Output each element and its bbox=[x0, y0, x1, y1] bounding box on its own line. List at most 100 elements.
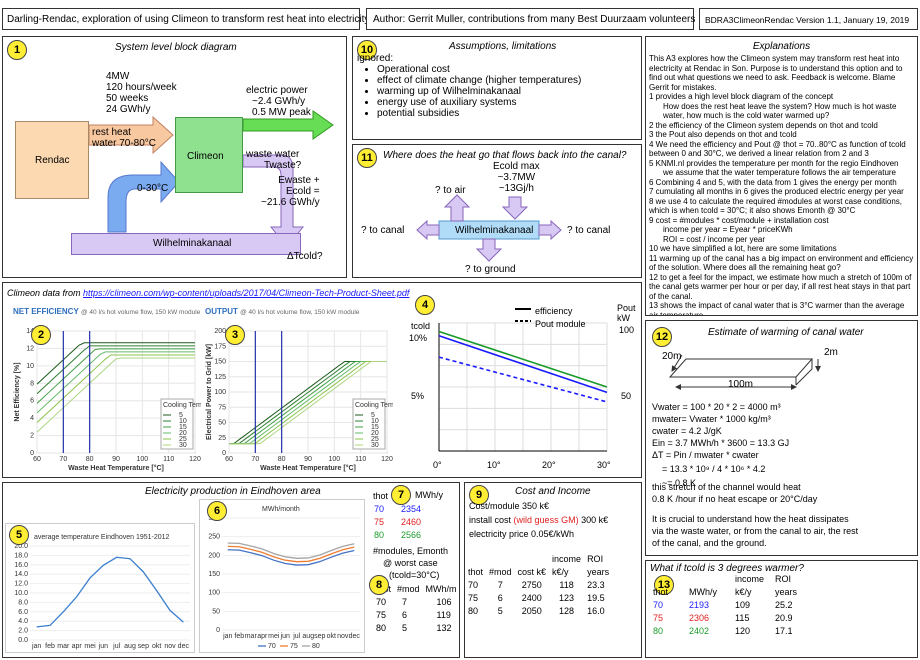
y-tick-label: 75 bbox=[218, 404, 226, 411]
explanation-line: 4 We need the efficiency and Pout @ thot… bbox=[649, 139, 906, 159]
linear-chart: 4 tcold Pout kW efficiency Pout module 10… bbox=[407, 293, 639, 475]
y-tick-label: 250 bbox=[208, 534, 220, 541]
x-tick-label: mei bbox=[268, 633, 280, 640]
x-tick-label: okt bbox=[152, 643, 161, 650]
x-tick-label: sep bbox=[138, 643, 149, 650]
cost-table: income ROI thot #mod cost k€ k€/y years 70 7 27… bbox=[465, 553, 612, 618]
x-tick-label: 80 bbox=[86, 456, 94, 463]
x-tick-label: jan bbox=[31, 643, 41, 650]
y-tick-label: 175 bbox=[214, 343, 226, 350]
y-tick-label: 200 bbox=[208, 552, 220, 559]
legend-label: 80 bbox=[312, 643, 320, 650]
y-tick-label: 4 bbox=[30, 415, 34, 422]
canal-sketch bbox=[668, 354, 821, 390]
tcold-axis-label: tcold bbox=[411, 321, 431, 331]
net-efficiency-chart: NET EFFICIENCY @ 40 l/s hot volume flow,… bbox=[11, 305, 201, 475]
y-tick-label: 16.0 bbox=[14, 562, 28, 569]
legend-label: 30 bbox=[179, 442, 187, 449]
assumptions-title: Assumptions, limitations bbox=[449, 41, 557, 52]
table-row: 70 7 106 bbox=[376, 597, 452, 607]
explanation-line: 10 we have simplified a lot, here are so… bbox=[649, 244, 837, 253]
section-number-4: 4 bbox=[415, 295, 435, 315]
y-axis-label: Electrical Power to Grid [kW] bbox=[206, 344, 213, 440]
x-tick-label: apr bbox=[257, 633, 268, 640]
y-tick-label: 6 bbox=[30, 398, 34, 405]
warmer-panel: What if tcold is 3 degrees warmer? 13 in… bbox=[645, 560, 918, 658]
page-title: Darling-Rendac, exploration of using Cli… bbox=[7, 14, 370, 25]
x-tick-20: 20° bbox=[542, 460, 556, 470]
mwh-chart: MWh/month 050100150200250300janfebmarapr… bbox=[199, 499, 365, 653]
y-tick-label: 14.0 bbox=[14, 571, 28, 578]
climeon-label: Climeon bbox=[187, 151, 224, 162]
block-diagram-panel: 1 System level block diagram Rendac Clim… bbox=[2, 36, 347, 278]
y2-tick-100: 100 bbox=[619, 325, 635, 335]
canal-label: Wilhelminakanaal bbox=[153, 238, 232, 249]
explanations-title: Explanations bbox=[752, 41, 811, 52]
x-tick-label: 70 bbox=[59, 456, 67, 463]
table-row: 70 2354 bbox=[374, 504, 422, 514]
x-tick-label: mei bbox=[84, 643, 96, 650]
explanation-line: 9 cost = #modules * cost/module + instal… bbox=[649, 215, 829, 225]
x-tick-label: jun bbox=[280, 633, 290, 640]
source-link[interactable]: https://climeon.com/wp-content/uploads/2… bbox=[83, 288, 409, 298]
table-row: 80 5 2050 128 16.0 bbox=[468, 606, 605, 616]
down-arrow-in bbox=[501, 196, 529, 220]
climeon-source: Climeon data from https://climeon.com/wp… bbox=[7, 288, 410, 298]
rest-heat-label: rest heat water 70-80°C bbox=[92, 127, 157, 149]
energy-loss-label: Ewaste + Ecold = ~21.6 GWh/y bbox=[261, 175, 320, 208]
list-item: potential subsidies bbox=[377, 108, 581, 119]
canal-name: Wilhelminakanaal bbox=[455, 225, 534, 236]
legend-label: 30 bbox=[371, 442, 379, 449]
y-tick-label: 100 bbox=[208, 590, 220, 597]
install-cost: install cost (wild guess GM) 300 k€ bbox=[469, 515, 609, 525]
y-tick-label: 150 bbox=[214, 359, 226, 366]
x-tick-label: jul bbox=[292, 633, 300, 640]
list-item: Operational cost bbox=[377, 64, 581, 75]
explanation-line: 1 provides a high level block diagram of… bbox=[649, 92, 834, 101]
temperature-chart: average temperature Eindhoven 1951-2012 … bbox=[5, 523, 195, 653]
explanation-line: 6 Combining 4 and 5, with the data from … bbox=[649, 177, 897, 187]
explanation-line: 3 the Pout also depends on thot and tcol… bbox=[649, 130, 797, 139]
x-tick-label: jan bbox=[222, 633, 232, 640]
x-tick-label: 120 bbox=[381, 456, 393, 463]
to-canal-right: ? to canal bbox=[567, 225, 611, 236]
explanation-line: 2 the efficiency of the Climeon system d… bbox=[649, 120, 878, 130]
down-arrow-ground bbox=[475, 238, 503, 262]
x-tick-label: feb bbox=[45, 643, 55, 650]
x-tick-label: mar bbox=[245, 633, 258, 640]
x-tick-label: 60 bbox=[225, 456, 233, 463]
x-axis-label: Waste Heat Temperature [°C] bbox=[260, 464, 356, 472]
y-tick-label: 0 bbox=[216, 627, 220, 634]
explanation-line: we assume that the water temperature fol… bbox=[663, 168, 896, 177]
x-tick-label: nov bbox=[164, 643, 176, 650]
y-tick-label: 8.0 bbox=[18, 599, 28, 606]
explanations-list: This A3 explores how the Climeon system … bbox=[649, 54, 914, 315]
section-number-7: 7 bbox=[391, 485, 411, 505]
cold-temp-label: 0-30°C bbox=[137, 183, 169, 194]
x-tick-label: sep bbox=[314, 633, 325, 640]
x-tick-label: 60 bbox=[33, 456, 41, 463]
y-tick-label: 125 bbox=[214, 374, 226, 381]
up-arrow-air bbox=[443, 194, 471, 222]
y-tick-label: 50 bbox=[218, 420, 226, 427]
y-tick-label: 10 bbox=[26, 363, 34, 370]
x-tick-label: 100 bbox=[136, 456, 148, 463]
y-tick-label: 8 bbox=[30, 380, 34, 387]
y2-tick-50: 50 bbox=[621, 391, 632, 401]
pout-axis-label: Pout kW bbox=[617, 303, 636, 323]
linear-svg bbox=[438, 308, 608, 452]
input-stats: 4MW 120 hours/week 50 weeks 24 GWh/y bbox=[106, 71, 177, 115]
explanation-line: income per year = Eyear * priceKWh bbox=[663, 225, 793, 234]
table-row: 75 2306 115 20.9 bbox=[653, 613, 793, 623]
table-row: 70 7 2750 118 23.3 bbox=[468, 580, 605, 590]
y-tick-label: 2.0 bbox=[18, 628, 28, 635]
to-ground: ? to ground bbox=[465, 264, 516, 275]
table-row: 75 6 2400 123 19.5 bbox=[468, 593, 605, 603]
y-tick-label: 50 bbox=[212, 608, 220, 615]
output-chart: OUTPUT @ 40 l/s hot volume flow, 150 kW … bbox=[203, 305, 393, 475]
warmer-table: income ROI thot MWh/y k€/y years 70 2193 109 25… bbox=[650, 573, 800, 638]
to-air: ? to air bbox=[435, 185, 466, 196]
ignored-label: ignored: bbox=[357, 53, 394, 64]
table-row: 80 5 132 bbox=[376, 623, 452, 633]
temp-svg: 0.02.04.06.08.010.012.014.016.018.020.0j… bbox=[14, 543, 190, 650]
